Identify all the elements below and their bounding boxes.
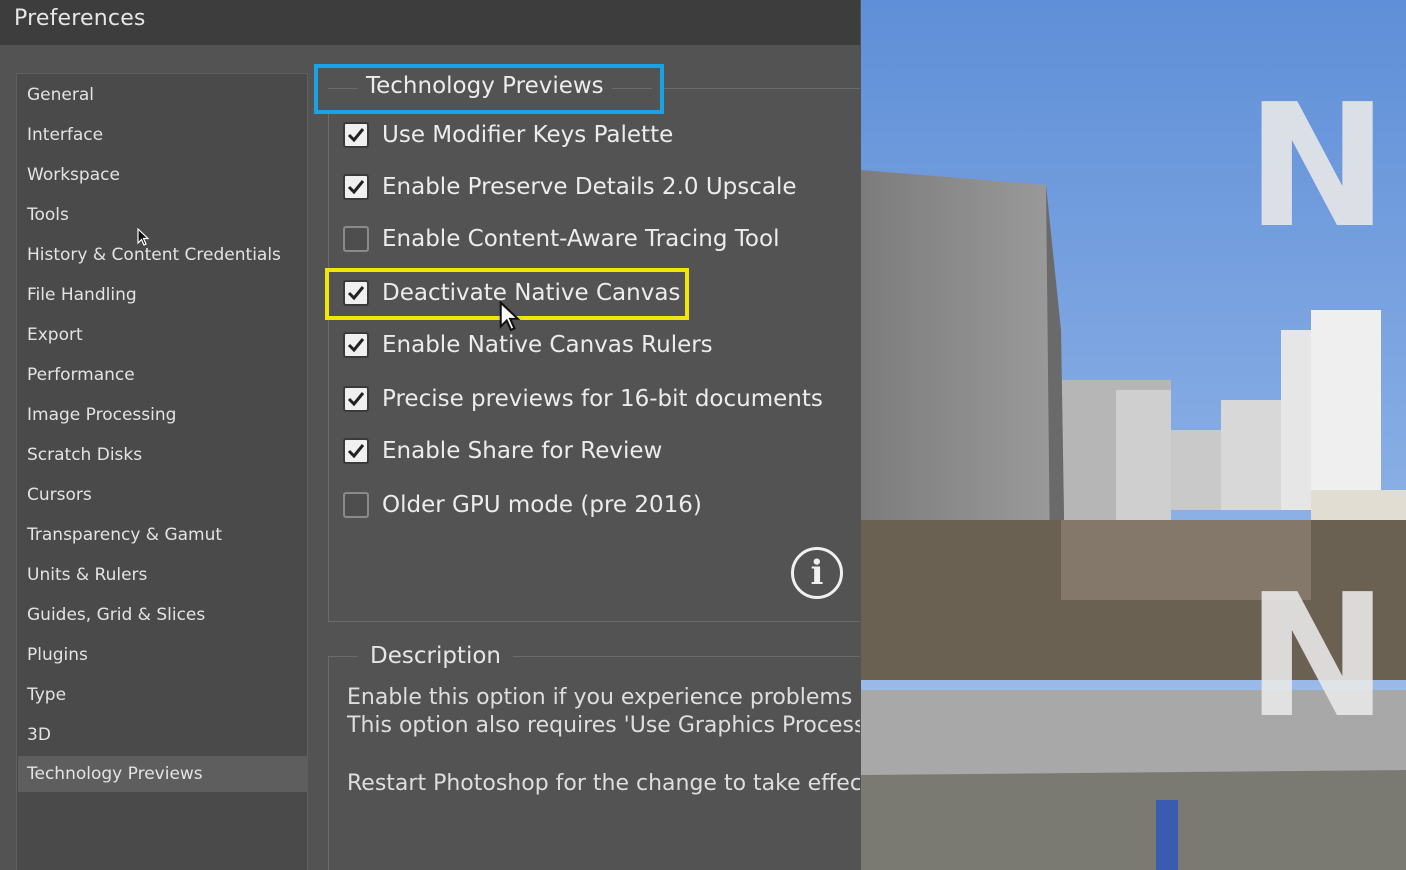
- checkbox-checked[interactable]: [343, 438, 369, 464]
- sidebar-item-type[interactable]: Type: [18, 677, 308, 713]
- sidebar-item-label: Plugins: [27, 645, 88, 665]
- sidebar-item-interface[interactable]: Interface: [18, 117, 308, 153]
- technology-previews-title: Technology Previews: [366, 73, 604, 99]
- sidebar-item-general[interactable]: General: [18, 77, 308, 113]
- sidebar-item-label: 3D: [27, 725, 51, 745]
- sidebar-item-label: Performance: [27, 365, 135, 385]
- description-line: Restart Photoshop for the change to take…: [347, 771, 860, 796]
- mouse-cursor-icon: [137, 228, 150, 246]
- sidebar-item-label: Workspace: [27, 165, 120, 185]
- sidebar-item-workspace[interactable]: Workspace: [18, 157, 308, 193]
- sidebar-item-file-handling[interactable]: File Handling: [18, 277, 308, 313]
- sidebar-item-label: Tools: [27, 205, 69, 225]
- sidebar-item-export[interactable]: Export: [18, 317, 308, 353]
- sidebar-item-units-rulers[interactable]: Units & Rulers: [18, 557, 308, 593]
- watermark-letter: N: [1246, 68, 1388, 266]
- sidebar-item-label: Type: [27, 685, 67, 705]
- checkbox-unchecked[interactable]: [343, 492, 369, 518]
- sidebar-item-plugins[interactable]: Plugins: [18, 637, 308, 673]
- sidebar-item-tools[interactable]: Tools: [18, 197, 308, 233]
- sidebar-item-performance[interactable]: Performance: [18, 357, 308, 393]
- checkbox-checked[interactable]: [343, 122, 369, 148]
- sidebar-item-label: Guides, Grid & Slices: [27, 605, 206, 625]
- checkbox-checked[interactable]: [343, 386, 369, 412]
- checkbox-checked[interactable]: [343, 174, 369, 200]
- checkbox-checked[interactable]: [343, 332, 369, 358]
- description-title: Description: [358, 641, 513, 671]
- option-label: Enable Content-Aware Tracing Tool: [382, 226, 780, 252]
- preferences-dialog: Preferences General Interface Workspace …: [0, 0, 860, 870]
- technology-previews-highlight-box: Technology Previews: [314, 64, 664, 114]
- watermark-letter: N: [1246, 558, 1388, 756]
- sidebar-item-label: Units & Rulers: [27, 565, 148, 585]
- sidebar-item-scratch-disks[interactable]: Scratch Disks: [18, 437, 308, 473]
- sidebar-item-label: Cursors: [27, 485, 92, 505]
- sidebar-item-image-processing[interactable]: Image Processing: [18, 397, 308, 433]
- canvas-photo: N N: [861, 0, 1406, 870]
- group-border-segment: [328, 88, 358, 89]
- sidebar-item-guides-grid-slices[interactable]: Guides, Grid & Slices: [18, 597, 308, 633]
- description-line: This option also requires 'Use Graphics …: [347, 713, 860, 738]
- sidebar-item-cursors[interactable]: Cursors: [18, 477, 308, 513]
- group-border-segment: [612, 88, 652, 89]
- sidebar-item-technology-previews[interactable]: Technology Previews: [18, 756, 308, 792]
- checkbox-unchecked[interactable]: [343, 226, 369, 252]
- option-label: Enable Preserve Details 2.0 Upscale: [382, 174, 797, 200]
- title-bar: Preferences: [0, 0, 860, 45]
- sidebar-item-history[interactable]: History & Content Credentials: [18, 237, 308, 273]
- option-label: Use Modifier Keys Palette: [382, 122, 674, 148]
- option-label: Precise previews for 16-bit documents: [382, 386, 823, 412]
- sidebar-item-transparency-gamut[interactable]: Transparency & Gamut: [18, 517, 308, 553]
- sidebar-item-3d[interactable]: 3D: [18, 717, 308, 753]
- preferences-sidebar: General Interface Workspace Tools Histor…: [16, 73, 308, 870]
- option-label: Enable Native Canvas Rulers: [382, 332, 713, 358]
- sidebar-item-label: Interface: [27, 125, 104, 145]
- sidebar-item-label: Scratch Disks: [27, 445, 143, 465]
- sidebar-item-label: Technology Previews: [27, 764, 203, 784]
- sidebar-item-label: File Handling: [27, 285, 137, 305]
- sidebar-item-label: History & Content Credentials: [27, 245, 281, 265]
- option-label: Enable Share for Review: [382, 438, 663, 464]
- city-photo-illustration: N N: [861, 0, 1406, 870]
- sidebar-item-label: General: [27, 85, 94, 105]
- info-icon[interactable]: i: [791, 547, 843, 599]
- sidebar-item-label: Image Processing: [27, 405, 177, 425]
- sidebar-item-label: Transparency & Gamut: [27, 525, 223, 545]
- sidebar-item-label: Export: [27, 325, 83, 345]
- mouse-cursor-icon: [499, 300, 521, 332]
- window-title: Preferences: [14, 6, 146, 31]
- description-line: Enable this option if you experience pro…: [347, 685, 860, 710]
- option-label: Older GPU mode (pre 2016): [382, 492, 702, 518]
